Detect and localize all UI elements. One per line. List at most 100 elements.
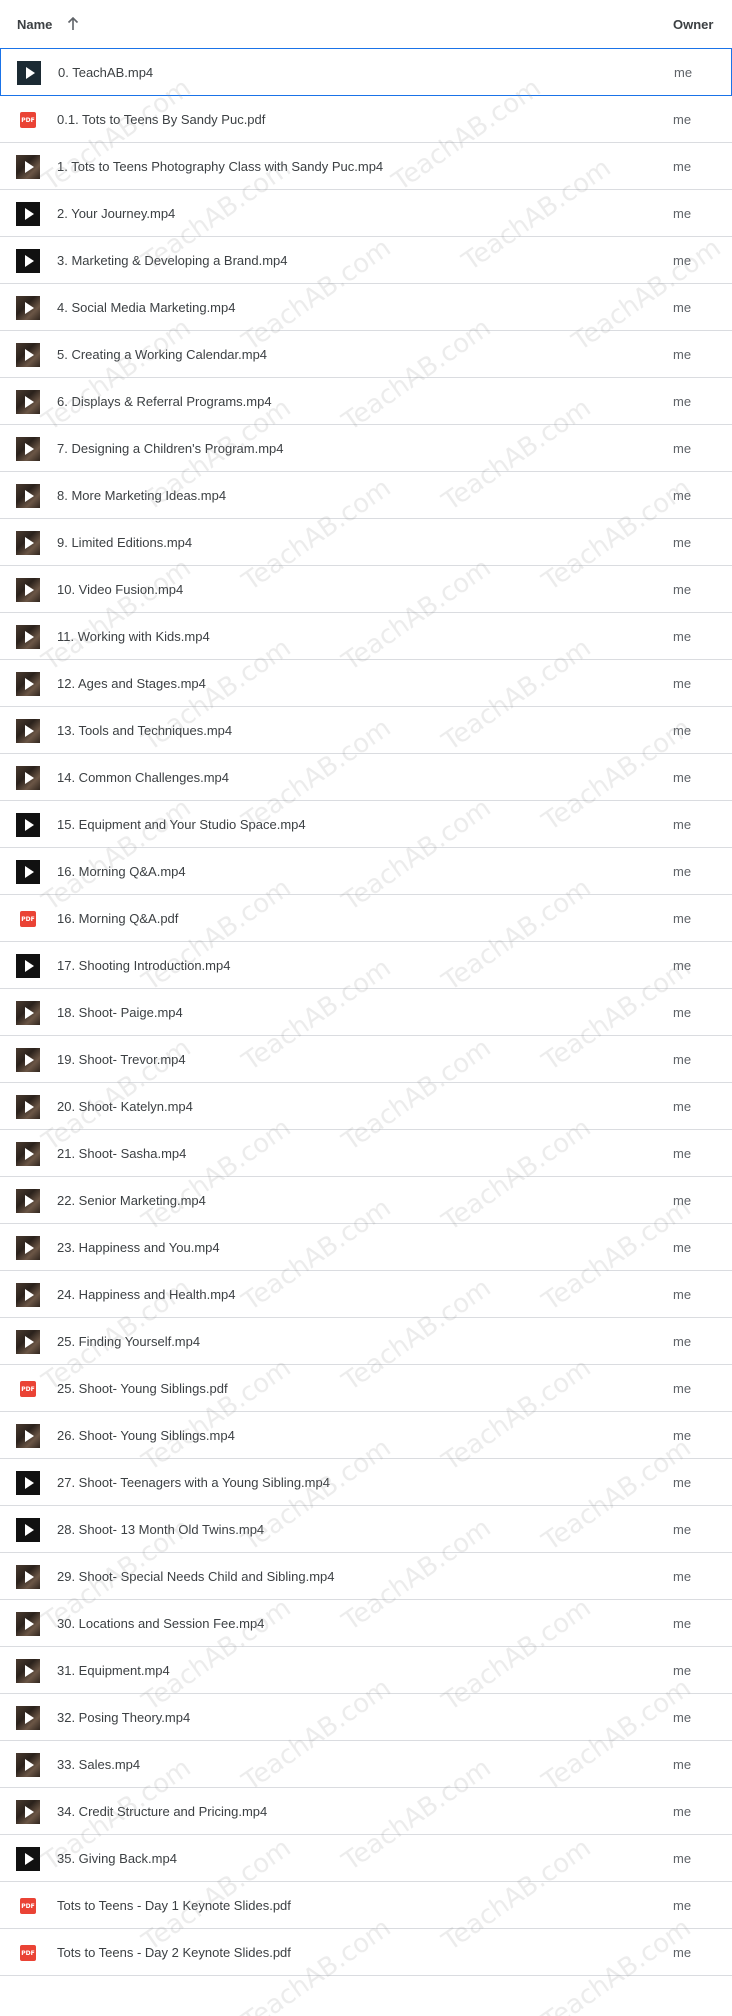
file-owner: me: [673, 1193, 692, 1208]
file-row[interactable]: 20. Shoot- Katelyn.mp4 me: [0, 1083, 732, 1130]
file-row[interactable]: 6. Displays & Referral Programs.mp4 me: [0, 378, 732, 425]
file-owner: me: [673, 1475, 692, 1490]
file-row[interactable]: 7. Designing a Children's Program.mp4 me: [0, 425, 732, 472]
file-row[interactable]: PDF 25. Shoot- Young Siblings.pdf me: [0, 1365, 732, 1412]
play-icon: [25, 1853, 34, 1865]
sort-ascending-arrow-icon[interactable]: [64, 14, 82, 34]
file-row[interactable]: 35. Giving Back.mp4 me: [0, 1835, 732, 1882]
file-row[interactable]: 27. Shoot- Teenagers with a Young Siblin…: [0, 1459, 732, 1506]
play-icon: [26, 67, 35, 79]
file-row[interactable]: 32. Posing Theory.mp4 me: [0, 1694, 732, 1741]
file-owner: me: [673, 1569, 692, 1584]
file-row[interactable]: 26. Shoot- Young Siblings.mp4 me: [0, 1412, 732, 1459]
name-column-header[interactable]: Name: [17, 0, 52, 48]
file-row[interactable]: 0. TeachAB.mp4 me: [0, 48, 732, 96]
pdf-file-icon: PDF: [20, 1381, 36, 1397]
file-name: 27. Shoot- Teenagers with a Young Siblin…: [57, 1475, 330, 1490]
play-icon: [25, 490, 34, 502]
play-icon: [25, 1665, 34, 1677]
owner-column-header[interactable]: Owner: [673, 0, 713, 48]
play-icon: [25, 678, 34, 690]
file-name: 26. Shoot- Young Siblings.mp4: [57, 1428, 235, 1443]
file-name: 10. Video Fusion.mp4: [57, 582, 184, 597]
video-file-icon: [16, 249, 40, 273]
file-row[interactable]: 25. Finding Yourself.mp4 me: [0, 1318, 732, 1365]
file-owner: me: [673, 1945, 692, 1960]
video-file-icon: [16, 484, 40, 508]
play-icon: [25, 1618, 34, 1630]
file-row[interactable]: 3. Marketing & Developing a Brand.mp4 me: [0, 237, 732, 284]
file-owner: me: [673, 1287, 692, 1302]
video-file-icon: [16, 766, 40, 790]
file-row[interactable]: 4. Social Media Marketing.mp4 me: [0, 284, 732, 331]
file-row[interactable]: 21. Shoot- Sasha.mp4 me: [0, 1130, 732, 1177]
file-row[interactable]: 34. Credit Structure and Pricing.mp4 me: [0, 1788, 732, 1835]
file-row[interactable]: 1. Tots to Teens Photography Class with …: [0, 143, 732, 190]
file-owner: me: [673, 347, 692, 362]
file-name: 11. Working with Kids.mp4: [57, 629, 210, 644]
file-row[interactable]: 10. Video Fusion.mp4 me: [0, 566, 732, 613]
video-file-icon: [16, 578, 40, 602]
file-row[interactable]: 2. Your Journey.mp4 me: [0, 190, 732, 237]
file-name: 13. Tools and Techniques.mp4: [57, 723, 233, 738]
file-name: 16. Morning Q&A.mp4: [57, 864, 186, 879]
file-row[interactable]: PDF 0.1. Tots to Teens By Sandy Puc.pdf me: [0, 96, 732, 143]
file-row[interactable]: 19. Shoot- Trevor.mp4 me: [0, 1036, 732, 1083]
file-row[interactable]: 12. Ages and Stages.mp4 me: [0, 660, 732, 707]
file-name: 12. Ages and Stages.mp4: [57, 676, 206, 691]
file-name: 29. Shoot- Special Needs Child and Sibli…: [57, 1569, 335, 1584]
video-file-icon: [16, 1001, 40, 1025]
file-row[interactable]: 22. Senior Marketing.mp4 me: [0, 1177, 732, 1224]
file-row[interactable]: PDF Tots to Teens - Day 1 Keynote Slides.…: [0, 1882, 732, 1929]
file-owner: me: [673, 958, 692, 973]
file-owner: me: [673, 1428, 692, 1443]
file-row[interactable]: 8. More Marketing Ideas.mp4 me: [0, 472, 732, 519]
play-icon: [25, 1054, 34, 1066]
file-row[interactable]: 31. Equipment.mp4 me: [0, 1647, 732, 1694]
file-row[interactable]: 15. Equipment and Your Studio Space.mp4 m…: [0, 801, 732, 848]
file-row[interactable]: 13. Tools and Techniques.mp4 me: [0, 707, 732, 754]
file-name: 25. Finding Yourself.mp4: [57, 1334, 201, 1349]
file-row[interactable]: 23. Happiness and You.mp4 me: [0, 1224, 732, 1271]
file-owner: me: [673, 112, 692, 127]
file-row[interactable]: PDF Tots to Teens - Day 2 Keynote Slides.…: [0, 1929, 732, 1976]
video-file-icon: [16, 1706, 40, 1730]
play-icon: [25, 1477, 34, 1489]
file-row[interactable]: 24. Happiness and Health.mp4 me: [0, 1271, 732, 1318]
video-file-icon: [16, 390, 40, 414]
file-owner: me: [673, 582, 692, 597]
file-name: 34. Credit Structure and Pricing.mp4: [57, 1804, 268, 1819]
video-file-icon: [16, 860, 40, 884]
play-icon: [25, 255, 34, 267]
file-name: 1. Tots to Teens Photography Class with …: [57, 159, 384, 174]
video-file-icon: [16, 1471, 40, 1495]
file-row[interactable]: 17. Shooting Introduction.mp4 me: [0, 942, 732, 989]
file-row[interactable]: 28. Shoot- 13 Month Old Twins.mp4 me: [0, 1506, 732, 1553]
file-name: 9. Limited Editions.mp4: [57, 535, 193, 550]
file-owner: me: [674, 65, 693, 80]
file-owner: me: [673, 676, 692, 691]
pdf-file-icon: PDF: [20, 1945, 36, 1961]
file-name: Tots to Teens - Day 2 Keynote Slides.pdf: [57, 1945, 291, 1960]
video-file-icon: [16, 155, 40, 179]
file-name: 5. Creating a Working Calendar.mp4: [57, 347, 268, 362]
file-row[interactable]: 14. Common Challenges.mp4 me: [0, 754, 732, 801]
video-file-icon: [16, 954, 40, 978]
file-row[interactable]: 18. Shoot- Paige.mp4 me: [0, 989, 732, 1036]
video-file-icon: [16, 1095, 40, 1119]
file-row[interactable]: PDF 16. Morning Q&A.pdf me: [0, 895, 732, 942]
file-row[interactable]: 33. Sales.mp4 me: [0, 1741, 732, 1788]
file-row[interactable]: 5. Creating a Working Calendar.mp4 me: [0, 331, 732, 378]
file-row[interactable]: 11. Working with Kids.mp4 me: [0, 613, 732, 660]
file-row[interactable]: 16. Morning Q&A.mp4 me: [0, 848, 732, 895]
video-file-icon: [17, 61, 41, 85]
file-row[interactable]: 29. Shoot- Special Needs Child and Sibli…: [0, 1553, 732, 1600]
file-owner: me: [673, 1616, 692, 1631]
play-icon: [25, 1806, 34, 1818]
file-row[interactable]: 9. Limited Editions.mp4 me: [0, 519, 732, 566]
file-name: 0. TeachAB.mp4: [58, 65, 154, 80]
play-icon: [25, 1712, 34, 1724]
file-row[interactable]: 30. Locations and Session Fee.mp4 me: [0, 1600, 732, 1647]
file-owner: me: [673, 1663, 692, 1678]
play-icon: [25, 302, 34, 314]
